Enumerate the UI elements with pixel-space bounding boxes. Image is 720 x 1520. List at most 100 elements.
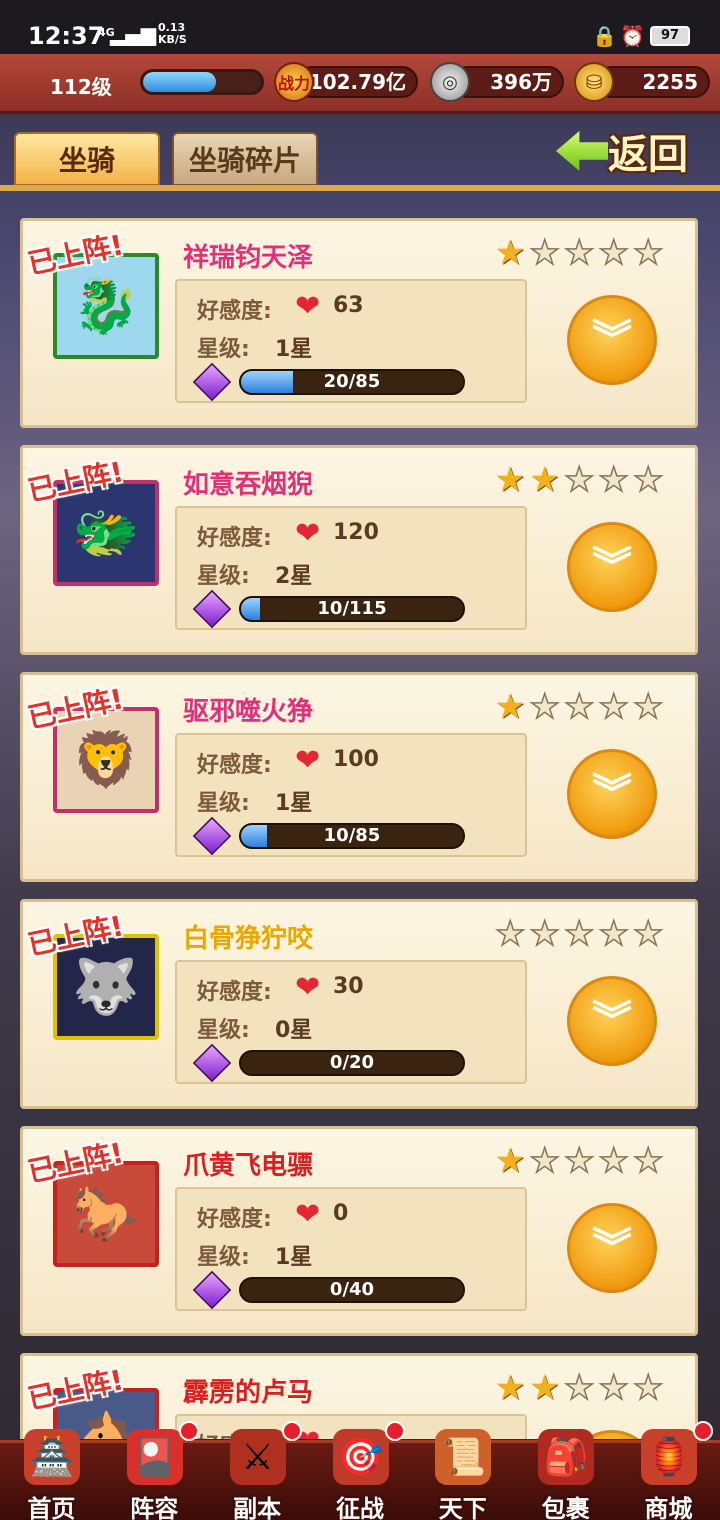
star-filled-icon: ★ [495, 460, 526, 500]
progress-text: 0/20 [329, 1052, 375, 1073]
ingot-icon: ⛁ [574, 62, 614, 102]
tab-mount-fragments[interactable]: 坐骑碎片 [172, 132, 318, 186]
mount-info-box: 好感度: ❤ 100 星级: 1星 10/85 [175, 733, 527, 857]
coin-icon: ◎ [430, 62, 470, 102]
star-empty-icon: ★ [598, 687, 630, 727]
campaign-icon: 🎯 [332, 1429, 389, 1485]
expand-button[interactable]: ︾ [567, 1203, 657, 1293]
star-empty-icon: ★ [563, 687, 595, 727]
gem-icon [192, 1043, 232, 1083]
expand-button[interactable]: ︾ [567, 976, 657, 1066]
heart-icon: ❤ [295, 1197, 321, 1232]
nav-label: 天下 [438, 1495, 487, 1520]
nav-item-campaign[interactable]: 🎯 征战 [309, 1421, 412, 1520]
fragment-progress-bar: 10/115 [239, 596, 465, 622]
star-filled-icon: ★ [495, 687, 526, 727]
affection-value: 100 [333, 747, 379, 772]
star-filled-icon: ★ [495, 1368, 526, 1408]
power-pill: 102.79亿 [296, 66, 418, 98]
progress-text: 0/40 [329, 1279, 375, 1300]
expand-button[interactable]: ︾ [567, 749, 657, 839]
power-icon-label: 战力 [277, 74, 310, 93]
star-empty-icon: ★ [598, 1141, 630, 1181]
speed-unit: KB/S [158, 33, 187, 46]
mount-card[interactable]: 🐺 已上阵! 白骨狰狞咬 ★ ★ ★ ★ ★ 好感度: ❤ 30 星级: 0星 0/20… [20, 899, 698, 1109]
gem-icon [192, 816, 232, 856]
star-level-label: 星级: [197, 1245, 250, 1270]
affection-value: 120 [333, 520, 379, 545]
nav-item-shop[interactable]: 🏮 商城 [617, 1421, 720, 1520]
star-rating: ★ ★ ★ ★ ★ [495, 460, 664, 500]
mount-card[interactable]: 🐉 已上阵! 祥瑞钧天泽 ★ ★ ★ ★ ★ 好感度: ❤ 63 星级: 1星 20/8… [20, 218, 698, 428]
star-level-value: 1星 [275, 337, 313, 362]
network-speed: 0.13 KB/S [158, 22, 187, 46]
double-chevron-down-icon: ︾ [592, 1225, 632, 1271]
star-rating: ★ ★ ★ ★ ★ [495, 1368, 664, 1408]
heart-icon: ❤ [295, 516, 321, 551]
star-empty-icon: ★ [632, 460, 664, 500]
gem-icon [192, 362, 232, 402]
star-empty-icon: ★ [563, 1368, 595, 1408]
star-empty-icon: ★ [598, 914, 630, 954]
expand-button[interactable]: ︾ [567, 295, 657, 385]
star-rating: ★ ★ ★ ★ ★ [495, 233, 664, 273]
nav-label: 副本 [233, 1495, 282, 1520]
nav-item-dungeon[interactable]: ⚔ 副本 [206, 1421, 309, 1520]
tab-mounts[interactable]: 坐骑 [14, 132, 160, 186]
mount-card[interactable]: 🐴 已上阵! 霹雳的卢马 ★★★★★ 好感度: ❤ 星级: ︾ [20, 1353, 698, 1439]
star-level-label: 星级: [197, 1018, 250, 1043]
star-empty-icon: ★ [529, 233, 561, 273]
double-chevron-down-icon: ︾ [592, 544, 632, 590]
progress-text: 10/115 [317, 598, 387, 619]
back-button[interactable]: 返回 [556, 122, 698, 180]
fragment-progress-bar: 0/40 [239, 1277, 465, 1303]
star-empty-icon: ★ [632, 687, 664, 727]
mount-name: 祥瑞钧天泽 [183, 243, 314, 273]
gem-icon [192, 589, 232, 629]
affection-value: 0 [333, 1201, 349, 1226]
star-empty-icon: ★ [563, 1141, 595, 1181]
mount-card[interactable]: 🐲 已上阵! 如意吞烟猊 ★ ★ ★ ★ ★ 好感度: ❤ 120 星级: 2星 10/… [20, 445, 698, 655]
mount-card[interactable]: 🦁 已上阵! 驱邪噬火狰 ★ ★ ★ ★ ★ 好感度: ❤ 100 星级: 1星 10/… [20, 672, 698, 882]
nav-item-world[interactable]: 📜 天下 [411, 1429, 514, 1520]
star-filled-icon: ★ [495, 1141, 526, 1181]
alarm-icon: ⏰ [620, 24, 645, 48]
star-filled-icon: ★ [529, 1368, 560, 1408]
mount-info-box: 好感度: ❤ 63 星级: 1星 20/85 [175, 279, 527, 403]
world-icon: 📜 [435, 1429, 492, 1485]
heart-icon: ❤ [295, 289, 321, 324]
mount-name: 如意吞烟猊 [183, 470, 314, 500]
star-level-label: 星级: [197, 564, 250, 589]
star-empty-icon: ★ [632, 1368, 664, 1408]
double-chevron-down-icon: ︾ [592, 317, 632, 363]
nav-label: 阵容 [130, 1495, 179, 1520]
fragment-progress-bar: 20/85 [239, 369, 465, 395]
affection-label: 好感度: [197, 526, 272, 551]
expand-button[interactable]: ︾ [567, 522, 657, 612]
star-empty-icon: ★ [529, 914, 561, 954]
mount-card[interactable]: 🐎 已上阵! 爪黄飞电骠 ★ ★ ★ ★ ★ 好感度: ❤ 0 星级: 1星 0/40 … [20, 1126, 698, 1336]
mount-info-box: 好感度: ❤ 30 星级: 0星 0/20 [175, 960, 527, 1084]
heart-icon: ❤ [295, 970, 321, 1005]
star-empty-icon: ★ [598, 233, 630, 273]
xp-bar [140, 69, 264, 95]
mount-info-box: 好感度: ❤ 0 星级: 1星 0/40 [175, 1187, 527, 1311]
star-filled-icon: ★ [495, 233, 526, 273]
star-level-value: 0星 [275, 1018, 313, 1043]
mount-list[interactable]: 🐉 已上阵! 祥瑞钧天泽 ★ ★ ★ ★ ★ 好感度: ❤ 63 星级: 1星 20/8… [0, 214, 720, 1439]
star-empty-icon: ★ [563, 914, 595, 954]
nav-item-home[interactable]: 🏯 首页 [0, 1429, 103, 1520]
double-chevron-down-icon: ︾ [592, 998, 632, 1044]
star-empty-icon: ★ [632, 233, 664, 273]
player-level: 112级 [50, 75, 112, 99]
ingots-value: 2255 [642, 70, 698, 94]
nav-item-lineup[interactable]: 🎴 阵容 [103, 1421, 206, 1520]
nav-item-bag[interactable]: 🎒 包裹 [514, 1429, 617, 1520]
star-filled-icon: ★ [529, 460, 560, 500]
star-level-value: 1星 [275, 791, 313, 816]
mount-name: 驱邪噬火狰 [183, 697, 314, 727]
star-empty-icon: ★ [563, 233, 595, 273]
star-level-value: 2星 [275, 564, 313, 589]
star-empty-icon: ★ [598, 460, 630, 500]
star-empty-icon: ★ [494, 914, 526, 954]
